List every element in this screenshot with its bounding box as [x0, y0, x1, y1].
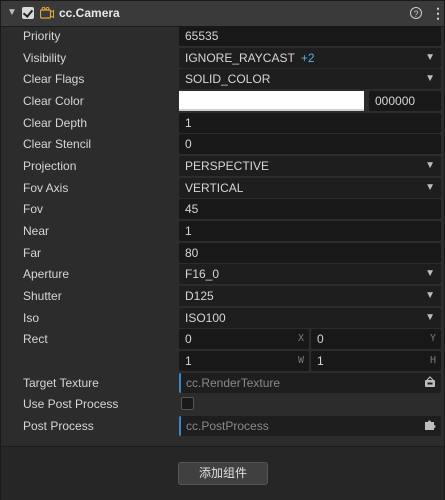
rect-y-value: 0 — [317, 332, 324, 346]
clear-depth-row: Clear Depth 1 — [1, 112, 444, 134]
shutter-row: Shutter D125 ▼ — [1, 285, 444, 307]
aperture-row: Aperture F16_0 ▼ — [1, 263, 444, 285]
fov-axis-value: VERTICAL — [185, 181, 244, 195]
iso-select[interactable]: ISO100 ▼ — [179, 308, 441, 328]
post-process-asset-field[interactable]: cc.PostProcess — [179, 416, 441, 436]
aperture-select[interactable]: F16_0 ▼ — [179, 264, 441, 284]
collapse-chevron-icon[interactable]: ▼ — [6, 7, 18, 19]
near-row: Near 1 — [1, 220, 444, 242]
iso-label: Iso — [23, 311, 40, 325]
far-label: Far — [23, 246, 41, 260]
clear-stencil-row: Clear Stencil 0 — [1, 133, 444, 155]
chevron-down-icon: ▼ — [425, 160, 435, 171]
rect-x-axis-label: X — [297, 333, 304, 344]
clear-stencil-input[interactable]: 0 — [179, 134, 441, 154]
near-input[interactable]: 1 — [179, 221, 441, 241]
rect-y-input[interactable]: 0 Y — [311, 329, 441, 349]
chevron-down-icon: ▼ — [425, 290, 435, 301]
rect-y-axis-label: Y — [429, 333, 436, 344]
chevron-down-icon: ▼ — [425, 73, 435, 84]
priority-input[interactable]: 65535 — [179, 26, 441, 46]
projection-value: PERSPECTIVE — [185, 159, 270, 173]
visibility-extra-count: +2 — [300, 51, 315, 65]
far-row: Far 80 — [1, 242, 444, 264]
rect-h-axis-label: H — [429, 355, 436, 366]
help-icon[interactable]: ? — [410, 7, 422, 19]
far-input[interactable]: 80 — [179, 243, 441, 263]
post-process-label: Post Process — [23, 419, 94, 433]
aperture-value: F16_0 — [185, 267, 220, 281]
priority-row: Priority 65535 — [1, 25, 444, 47]
rect-h-input[interactable]: 1 H — [311, 351, 441, 371]
use-post-process-label: Use Post Process — [23, 397, 119, 411]
shutter-value: D125 — [185, 289, 214, 303]
clear-stencil-label: Clear Stencil — [23, 137, 92, 151]
rect-label: Rect — [23, 332, 48, 346]
visibility-row: Visibility IGNORE_RAYCAST +2 ▼ — [1, 47, 444, 69]
rect-w-input[interactable]: 1 W — [179, 351, 309, 371]
fov-axis-select[interactable]: VERTICAL ▼ — [179, 178, 441, 198]
priority-label: Priority — [23, 29, 61, 43]
projection-label: Projection — [23, 159, 77, 173]
clear-depth-input[interactable]: 1 — [179, 113, 441, 133]
camera-component-panel: ▼ cc.Camera ? ⋮ Priority 65535 Visibilit… — [0, 0, 445, 500]
component-header: ▼ cc.Camera ? ⋮ — [1, 1, 445, 27]
panel-footer: 添加组件 — [1, 446, 444, 500]
clear-flags-label: Clear Flags — [23, 72, 85, 86]
clear-depth-label: Clear Depth — [23, 116, 88, 130]
component-enabled-checkbox[interactable] — [22, 7, 34, 19]
target-texture-row: Target Texture cc.RenderTexture — [1, 372, 444, 394]
rect-x-input[interactable]: 0 X — [179, 329, 309, 349]
fov-axis-row: Fov Axis VERTICAL ▼ — [1, 177, 444, 199]
post-process-row: Post Process cc.PostProcess — [1, 415, 444, 437]
visibility-label: Visibility — [23, 51, 67, 65]
projection-select[interactable]: PERSPECTIVE ▼ — [179, 156, 441, 176]
target-texture-asset-field[interactable]: cc.RenderTexture — [179, 373, 441, 393]
rect-row-2: 1 W 1 H — [1, 350, 444, 372]
aperture-label: Aperture — [23, 267, 70, 281]
color-hex-input[interactable]: 000000 — [369, 91, 441, 111]
iso-row: Iso ISO100 ▼ — [1, 307, 444, 329]
puzzle-component-icon[interactable] — [424, 419, 436, 431]
rect-h-value: 1 — [317, 354, 324, 368]
use-post-process-row: Use Post Process — [1, 393, 444, 415]
fov-label: Fov — [23, 202, 44, 216]
fov-input[interactable]: 45 — [179, 199, 441, 219]
clear-color-row: Clear Color 000000 — [1, 90, 444, 112]
fov-row: Fov 45 — [1, 198, 444, 220]
target-texture-placeholder: cc.RenderTexture — [186, 376, 281, 390]
use-post-process-checkbox[interactable] — [181, 397, 194, 410]
clear-color-label: Clear Color — [23, 94, 84, 108]
shutter-select[interactable]: D125 ▼ — [179, 286, 441, 306]
clear-flags-value: SOLID_COLOR — [185, 72, 271, 86]
iso-value: ISO100 — [185, 311, 226, 325]
near-label: Near — [23, 224, 50, 238]
texture-asset-icon[interactable] — [424, 376, 436, 388]
rect-x-value: 0 — [185, 332, 192, 346]
visibility-value: IGNORE_RAYCAST — [185, 51, 295, 65]
color-swatch[interactable] — [179, 91, 364, 111]
target-texture-label: Target Texture — [23, 376, 99, 390]
shutter-label: Shutter — [23, 289, 62, 303]
chevron-down-icon: ▼ — [425, 52, 435, 63]
clear-flags-select[interactable]: SOLID_COLOR ▼ — [179, 69, 441, 89]
component-title: cc.Camera — [59, 6, 120, 20]
chevron-down-icon: ▼ — [425, 312, 435, 323]
post-process-placeholder: cc.PostProcess — [186, 419, 269, 433]
add-component-button[interactable]: 添加组件 — [178, 462, 268, 485]
chevron-down-icon: ▼ — [425, 182, 435, 193]
camera-icon — [40, 7, 54, 19]
projection-row: Projection PERSPECTIVE ▼ — [1, 155, 444, 177]
fov-axis-label: Fov Axis — [23, 181, 69, 195]
rect-w-axis-label: W — [297, 355, 304, 366]
visibility-select[interactable]: IGNORE_RAYCAST +2 ▼ — [179, 48, 441, 68]
chevron-down-icon: ▼ — [425, 268, 435, 279]
rect-w-value: 1 — [185, 354, 192, 368]
rect-row: Rect 0 X 0 Y — [1, 328, 444, 350]
clear-flags-row: Clear Flags SOLID_COLOR ▼ — [1, 68, 444, 90]
more-options-icon[interactable]: ⋮ — [431, 5, 445, 21]
